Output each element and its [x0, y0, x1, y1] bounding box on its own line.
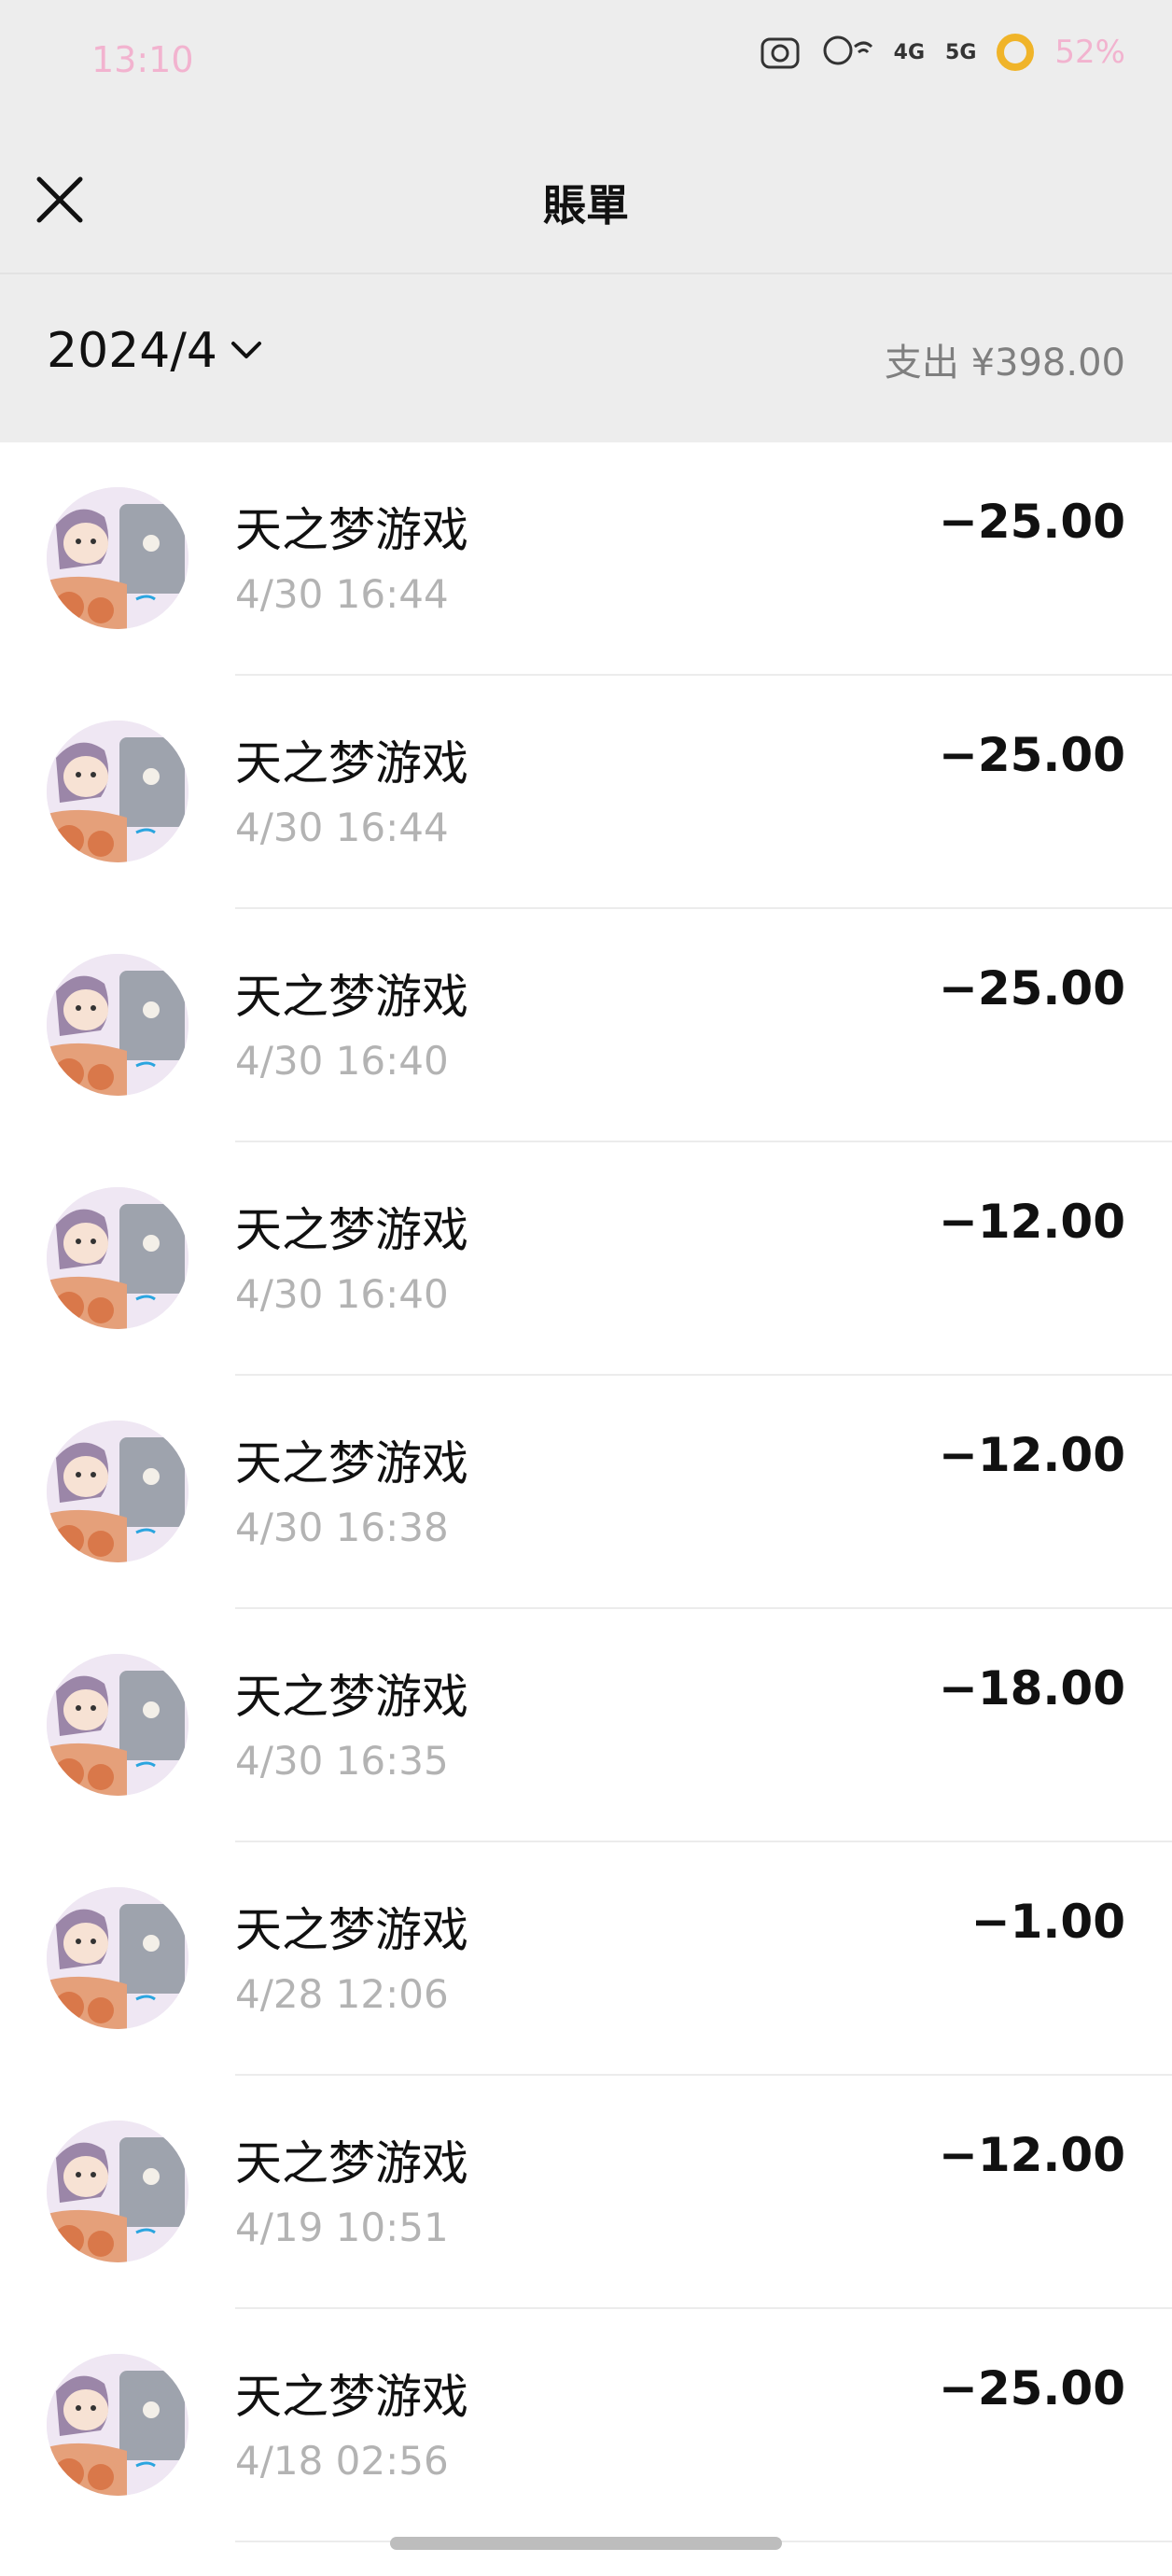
merchant-name: 天之梦游戏 [235, 2370, 468, 2424]
merchant-name: 天之梦游戏 [235, 1903, 468, 1957]
expense-summary: 支出 ¥398.00 [884, 342, 1125, 385]
status-bar: 13:10 4G 5G 52% [0, 0, 1172, 131]
month-label: 2024/4 [47, 323, 217, 379]
wifi-icon [821, 34, 873, 71]
merchant-avatar [47, 954, 188, 1096]
status-icons: 4G 5G 52% [760, 34, 1125, 71]
merchant-avatar [47, 2354, 188, 2496]
month-picker[interactable]: 2024/4 [47, 323, 262, 379]
merchant-avatar [47, 1421, 188, 1562]
transaction-row[interactable]: 天之梦游戏 4/30 16:44 −25.00 [0, 442, 1172, 676]
transaction-time: 4/30 16:38 [235, 1505, 449, 1550]
transaction-amount: −12.00 [938, 1428, 1125, 1482]
transaction-time: 4/30 16:44 [235, 571, 449, 617]
transaction-row[interactable]: 天之梦游戏 4/30 16:40 −12.00 [0, 1142, 1172, 1376]
merchant-name: 天之梦游戏 [235, 1203, 468, 1257]
merchant-name: 天之梦游戏 [235, 503, 468, 557]
merchant-name: 天之梦游戏 [235, 1436, 468, 1491]
merchant-name: 天之梦游戏 [235, 736, 468, 791]
transaction-row[interactable]: 天之梦游戏 4/30 16:35 −18.00 [0, 1609, 1172, 1842]
transaction-amount: −25.00 [938, 2361, 1125, 2415]
signal-5g-icon: 5G [945, 40, 977, 64]
transaction-row[interactable]: 天之梦游戏 4/19 10:51 −12.00 [0, 2076, 1172, 2309]
battery-icon [997, 34, 1035, 71]
merchant-avatar [47, 721, 188, 862]
transaction-row[interactable]: 天之梦游戏 4/30 16:38 −12.00 [0, 1376, 1172, 1609]
transaction-time: 4/30 16:44 [235, 805, 449, 850]
transaction-amount: −12.00 [938, 2128, 1125, 2182]
home-indicator[interactable] [390, 2537, 782, 2550]
alarm-icon [760, 34, 801, 71]
merchant-avatar [47, 1187, 188, 1329]
transaction-time: 4/30 16:35 [235, 1738, 449, 1784]
transaction-amount: −12.00 [938, 1195, 1125, 1249]
transaction-row[interactable]: 天之梦游戏 4/18 02:56 −25.00 [0, 2309, 1172, 2542]
transaction-amount: −25.00 [938, 961, 1125, 1015]
merchant-avatar [47, 1887, 188, 2029]
battery-percent: 52% [1054, 34, 1125, 71]
nav-bar: 賬單 [0, 131, 1172, 274]
merchant-avatar [47, 487, 188, 629]
transaction-time: 4/18 02:56 [235, 2438, 449, 2484]
transaction-row[interactable]: 天之梦游戏 4/30 16:40 −25.00 [0, 909, 1172, 1142]
chevron-down-icon [230, 342, 261, 358]
transaction-row[interactable]: 天之梦游戏 4/30 16:44 −25.00 [0, 676, 1172, 909]
transaction-time: 4/30 16:40 [235, 1038, 449, 1084]
transaction-time: 4/28 12:06 [235, 1971, 449, 2017]
transaction-list: 天之梦游戏 4/30 16:44 −25.00 天之梦游戏 4/30 16:44… [0, 442, 1172, 2542]
transaction-time: 4/19 10:51 [235, 2205, 449, 2250]
transaction-row[interactable]: 天之梦游戏 4/28 12:06 −1.00 [0, 1842, 1172, 2076]
status-time: 13:10 [91, 39, 194, 80]
merchant-name: 天之梦游戏 [235, 1670, 468, 1724]
signal-4g-icon: 4G [893, 40, 926, 64]
filter-bar: 2024/4 支出 ¥398.00 [0, 274, 1172, 442]
transaction-amount: −1.00 [970, 1895, 1125, 1949]
merchant-avatar [47, 2121, 188, 2262]
merchant-name: 天之梦游戏 [235, 970, 468, 1024]
page-title: 賬單 [543, 180, 629, 231]
transaction-time: 4/30 16:40 [235, 1271, 449, 1317]
transaction-amount: −25.00 [938, 728, 1125, 782]
merchant-name: 天之梦游戏 [235, 2136, 468, 2191]
merchant-avatar [47, 1654, 188, 1796]
transaction-amount: −18.00 [938, 1661, 1125, 1715]
transaction-amount: −25.00 [938, 495, 1125, 549]
